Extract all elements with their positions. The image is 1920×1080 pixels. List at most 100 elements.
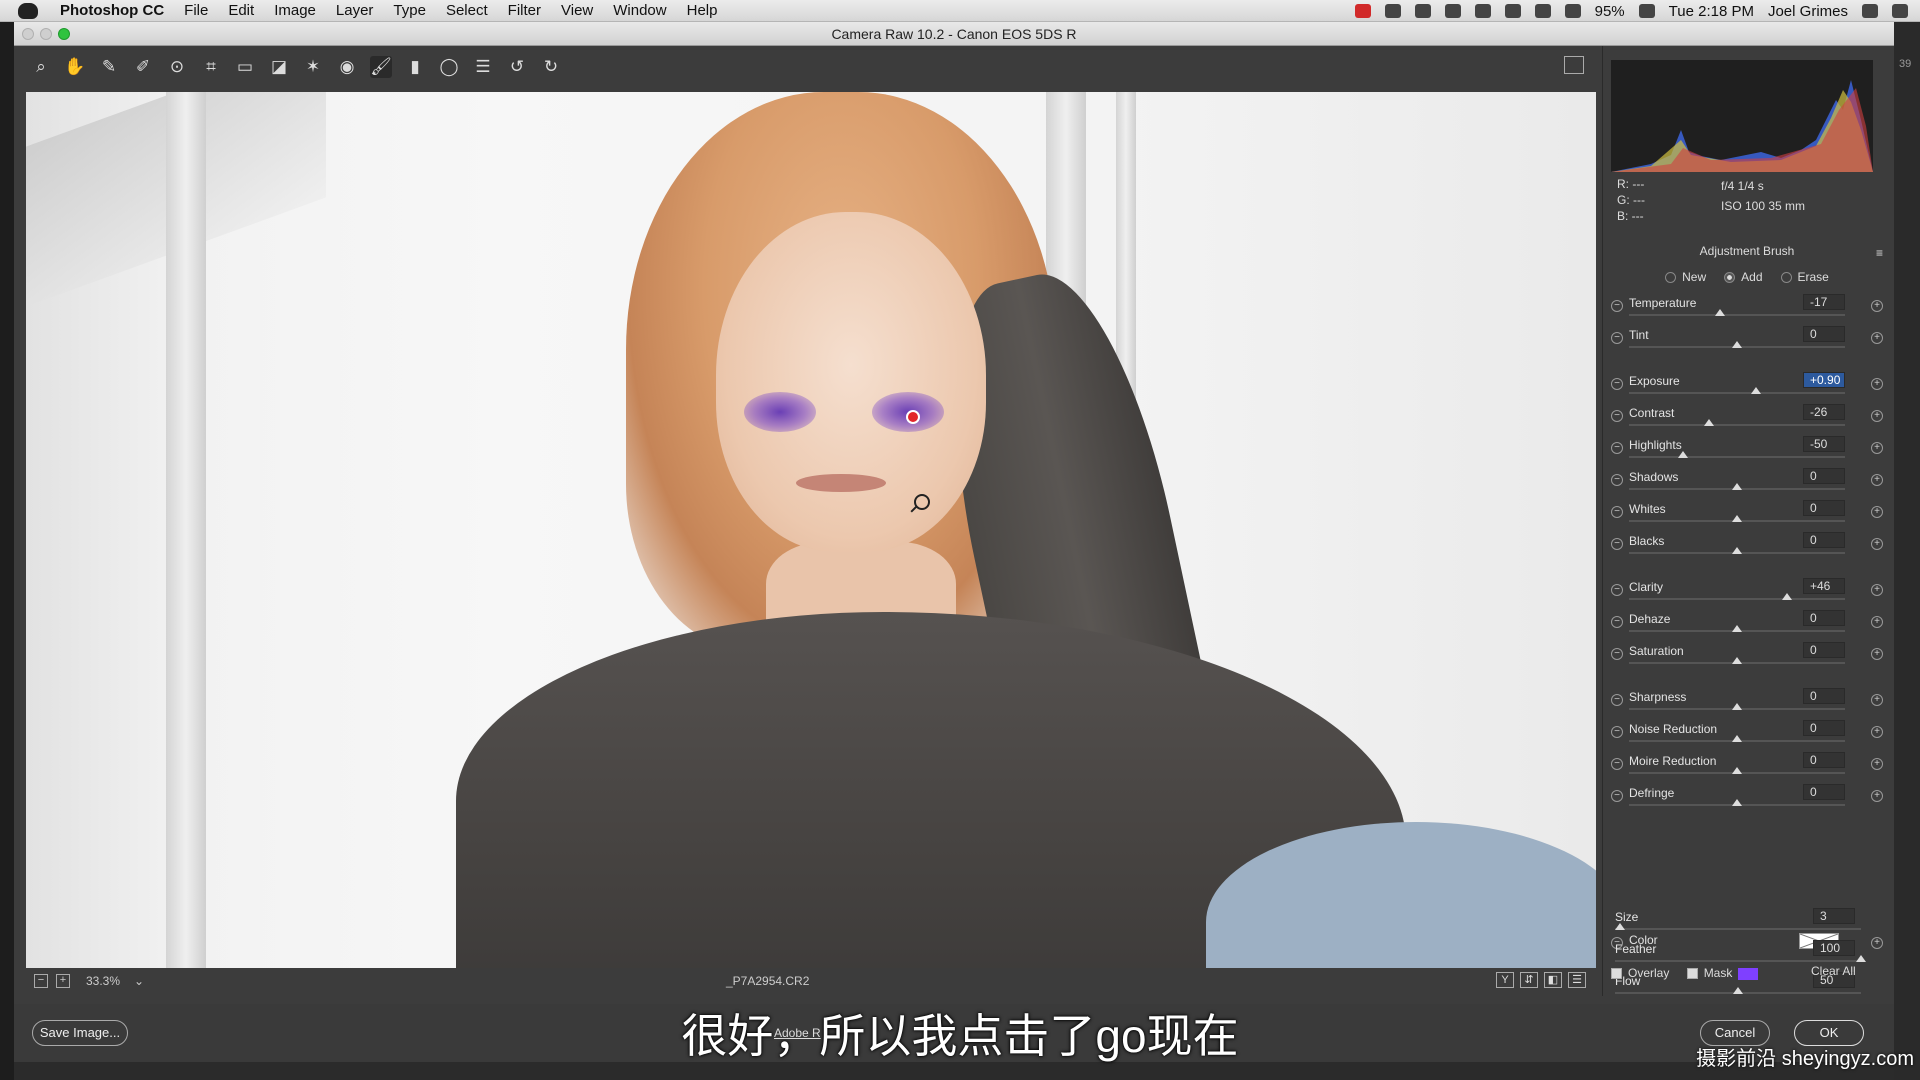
menu-file[interactable]: File — [174, 0, 218, 22]
red-eye-tool-icon[interactable]: ◉ — [336, 56, 358, 78]
decrease-icon[interactable]: − — [1611, 616, 1623, 628]
airplay-icon[interactable] — [1564, 4, 1581, 18]
menu-select[interactable]: Select — [436, 0, 498, 22]
mask-checkbox[interactable] — [1686, 968, 1698, 980]
slider-value-field[interactable]: 0 — [1803, 326, 1845, 342]
slider-clarity[interactable]: − Clarity +46 + — [1603, 578, 1891, 604]
spotlight-icon[interactable] — [1862, 4, 1878, 18]
wifi-icon[interactable] — [1534, 4, 1551, 18]
decrease-icon[interactable]: − — [1611, 726, 1623, 738]
brush-thumb[interactable] — [1856, 955, 1866, 962]
photo-preview[interactable] — [26, 92, 1596, 968]
zoom-tool-icon[interactable]: ⌕ — [30, 56, 52, 78]
rotate-right-tool-icon[interactable]: ↻ — [540, 56, 562, 78]
straighten-tool-icon[interactable]: ▭ — [234, 56, 256, 78]
slider-thumb[interactable] — [1781, 593, 1792, 600]
panel-menu-icon[interactable]: ≡ — [1876, 246, 1883, 260]
slider-moire-reduction[interactable]: − Moire Reduction 0 + — [1603, 752, 1891, 778]
slider-thumb[interactable] — [1732, 483, 1742, 490]
zoom-window-icon[interactable] — [58, 28, 70, 40]
zoom-level[interactable]: 33.3% — [86, 974, 120, 988]
battery-icon[interactable] — [1638, 4, 1655, 18]
mode-erase[interactable]: Erase — [1780, 270, 1829, 284]
decrease-icon[interactable]: − — [1611, 790, 1623, 802]
mask-option[interactable]: Mask — [1686, 966, 1759, 980]
menu-app-name[interactable]: Photoshop CC — [50, 0, 174, 22]
menu-type[interactable]: Type — [383, 0, 436, 22]
slider-shadows[interactable]: − Shadows 0 + — [1603, 468, 1891, 494]
before-after-toggle-icon[interactable]: Y — [1496, 972, 1514, 988]
slider-value-field[interactable]: -17 — [1803, 294, 1845, 310]
slider-value-field[interactable]: 0 — [1803, 532, 1845, 548]
slider-thumb[interactable] — [1732, 625, 1742, 632]
adjustment-brush-tool-icon[interactable]: 🖌 — [370, 56, 392, 78]
slider-track[interactable] — [1629, 598, 1845, 600]
decrease-icon[interactable]: − — [1611, 378, 1623, 390]
slider-dehaze[interactable]: − Dehaze 0 + — [1603, 610, 1891, 636]
slider-value-field[interactable]: -50 — [1803, 436, 1845, 452]
minimize-window-icon[interactable] — [40, 28, 52, 40]
slider-thumb[interactable] — [1732, 735, 1742, 742]
menu-view[interactable]: View — [551, 0, 603, 22]
decrease-icon[interactable]: − — [1611, 474, 1623, 486]
info-icon[interactable] — [1444, 4, 1461, 18]
spot-removal-tool-icon[interactable]: ✶ — [302, 56, 324, 78]
slider-value-field[interactable]: 0 — [1803, 500, 1845, 516]
decrease-icon[interactable]: − — [1611, 300, 1623, 312]
graduated-filter-tool-icon[interactable]: ▮ — [404, 56, 426, 78]
slider-thumb[interactable] — [1732, 515, 1742, 522]
decrease-icon[interactable]: − — [1611, 538, 1623, 550]
slider-noise-reduction[interactable]: − Noise Reduction 0 + — [1603, 720, 1891, 746]
slider-value-field[interactable]: 0 — [1803, 784, 1845, 800]
battery-percent[interactable]: 95% — [1595, 3, 1625, 20]
swap-settings-icon[interactable]: ⇵ — [1520, 972, 1538, 988]
menu-layer[interactable]: Layer — [326, 0, 384, 22]
increase-icon[interactable]: + — [1871, 332, 1883, 344]
zoom-in-icon[interactable]: + — [56, 974, 70, 988]
slider-saturation[interactable]: − Saturation 0 + — [1603, 642, 1891, 668]
increase-icon[interactable]: + — [1871, 506, 1883, 518]
slider-track[interactable] — [1629, 456, 1845, 458]
color-sampler-tool-icon[interactable]: ✐ — [132, 56, 154, 78]
clear-all-button[interactable]: Clear All — [1811, 964, 1856, 978]
increase-icon[interactable]: + — [1871, 584, 1883, 596]
decrease-icon[interactable]: − — [1611, 410, 1623, 422]
close-window-icon[interactable] — [22, 28, 34, 40]
slider-value-field[interactable]: 0 — [1803, 642, 1845, 658]
slider-track[interactable] — [1629, 424, 1845, 426]
radio-erase-icon[interactable] — [1780, 272, 1792, 284]
slider-value-field[interactable]: 0 — [1803, 720, 1845, 736]
brush-size[interactable]: Size 3 — [1603, 908, 1891, 934]
slider-value-field[interactable]: +0.90 — [1803, 372, 1845, 388]
increase-icon[interactable]: + — [1871, 442, 1883, 454]
slider-value-field[interactable]: 0 — [1803, 688, 1845, 704]
slider-track[interactable] — [1629, 314, 1845, 316]
menu-window[interactable]: Window — [603, 0, 676, 22]
apple-icon[interactable] — [18, 2, 38, 19]
slider-thumb[interactable] — [1732, 657, 1742, 664]
mode-add[interactable]: Add — [1724, 270, 1763, 284]
increase-icon[interactable]: + — [1871, 726, 1883, 738]
slider-thumb[interactable] — [1732, 767, 1742, 774]
adjustment-pin-icon[interactable] — [906, 410, 920, 424]
copy-settings-icon[interactable]: ◧ — [1544, 972, 1562, 988]
slider-value-field[interactable]: 0 — [1803, 610, 1845, 626]
hand-tool-icon[interactable]: ✋ — [64, 56, 86, 78]
brush-track[interactable] — [1615, 960, 1861, 962]
slider-value-field[interactable]: +46 — [1803, 578, 1845, 594]
menu-edit[interactable]: Edit — [218, 0, 264, 22]
slider-highlights[interactable]: − Highlights -50 + — [1603, 436, 1891, 462]
toggle-settings-icon[interactable]: ☰ — [1568, 972, 1586, 988]
transform-tool-icon[interactable]: ◪ — [268, 56, 290, 78]
dropbox-icon[interactable] — [1384, 4, 1401, 18]
menu-image[interactable]: Image — [264, 0, 326, 22]
decrease-icon[interactable]: − — [1611, 442, 1623, 454]
cloud-icon[interactable] — [1414, 4, 1431, 18]
bluetooth-icon[interactable] — [1504, 4, 1521, 18]
radio-add-icon[interactable] — [1724, 272, 1736, 284]
increase-icon[interactable]: + — [1871, 538, 1883, 550]
overlay-option[interactable]: Overlay — [1611, 966, 1669, 980]
increase-icon[interactable]: + — [1871, 474, 1883, 486]
slider-thumb[interactable] — [1703, 419, 1714, 426]
slider-exposure[interactable]: − Exposure +0.90 + — [1603, 372, 1891, 398]
